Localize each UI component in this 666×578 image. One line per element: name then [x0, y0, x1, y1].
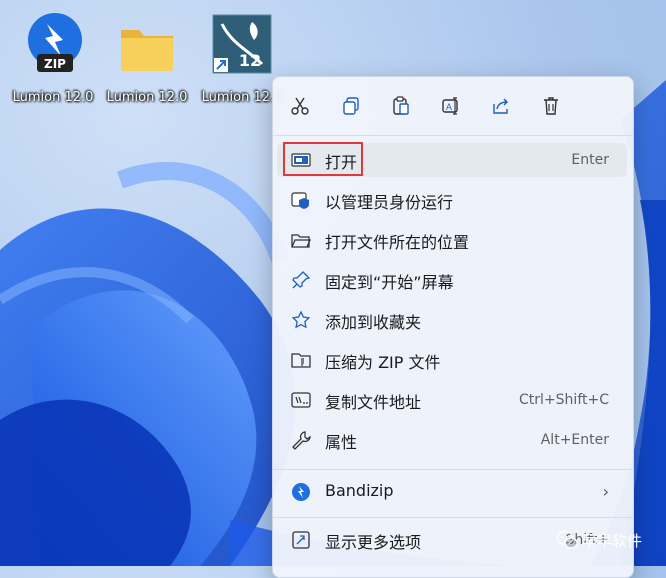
svg-text:12: 12 [239, 51, 261, 70]
menu-item-run-as-admin[interactable]: 以管理员身份运行 [277, 183, 627, 217]
copy-icon [343, 97, 359, 115]
copy-button[interactable] [336, 91, 366, 121]
chevron-right-icon: › [602, 482, 609, 501]
bandizip-zip-icon: ZIP [28, 13, 82, 72]
menu-item-label: 复制文件地址 [325, 393, 422, 412]
rename-button[interactable]: A [436, 91, 466, 121]
paste-icon [393, 96, 409, 115]
menu-item-label: 压缩为 ZIP 文件 [325, 353, 441, 372]
highlight-box [283, 142, 363, 176]
menu-item-label: Bandizip [325, 481, 394, 500]
menu-item-shortcut: Enter [571, 152, 609, 168]
menu-item-label: 显示更多选项 [325, 533, 422, 552]
menu-item-bandizip[interactable]: Bandizip › [277, 475, 627, 509]
desktop-icon-label: Lumion 12.0 [12, 90, 94, 105]
desktop-icon-label: Lumion 12.0 [106, 90, 188, 105]
menu-item-label: 属性 [325, 433, 358, 452]
menu-item-label: 打开文件所在的位置 [325, 233, 470, 252]
watermark: 早早软件 [556, 526, 664, 554]
menu-item-label: 添加到收藏夹 [325, 313, 422, 332]
folder-open-icon [291, 234, 311, 248]
copy-path-icon [291, 392, 311, 408]
menu-item-open-file-location[interactable]: 打开文件所在的位置 [277, 223, 627, 257]
pin-icon [292, 271, 311, 289]
watermark-text: 早早软件 [582, 531, 643, 550]
zip-folder-icon [291, 353, 311, 368]
folder-icon [121, 30, 173, 71]
cut-icon [291, 97, 309, 115]
menu-item-label: 以管理员身份运行 [325, 193, 454, 212]
menu-item-pin-to-start[interactable]: 固定到“开始”屏幕 [277, 263, 627, 297]
lumion-shortcut-icon: 12 [212, 14, 272, 74]
menu-item-shortcut: Alt+Enter [540, 432, 609, 448]
separator [273, 469, 633, 470]
cut-button[interactable] [285, 91, 315, 121]
svg-text:ZIP: ZIP [44, 57, 66, 71]
more-options-icon [292, 531, 310, 549]
menu-item-properties[interactable]: 属性 Alt+Enter [277, 423, 627, 457]
wrench-icon [292, 431, 311, 450]
menu-item-shortcut: Ctrl+Shift+C [519, 392, 609, 408]
rename-icon: A [442, 97, 458, 115]
share-button[interactable] [486, 91, 516, 121]
star-icon [291, 310, 311, 329]
separator [273, 517, 633, 518]
delete-button[interactable] [536, 91, 566, 121]
menu-item-copy-path[interactable]: 复制文件地址 Ctrl+Shift+C [277, 383, 627, 417]
menu-item-add-to-favorites[interactable]: 添加到收藏夹 [277, 303, 627, 337]
menu-item-label: 固定到“开始”屏幕 [325, 273, 454, 292]
share-icon [493, 98, 508, 114]
paste-button[interactable] [386, 91, 416, 121]
separator [273, 135, 633, 136]
svg-text:A: A [446, 103, 453, 113]
bandizip-icon [292, 483, 310, 501]
shield-icon [291, 192, 309, 209]
wechat-icon [556, 530, 578, 549]
context-menu-toolbar: A [273, 77, 633, 133]
menu-item-compress-zip[interactable]: 压缩为 ZIP 文件 [277, 343, 627, 377]
delete-icon [544, 97, 558, 115]
